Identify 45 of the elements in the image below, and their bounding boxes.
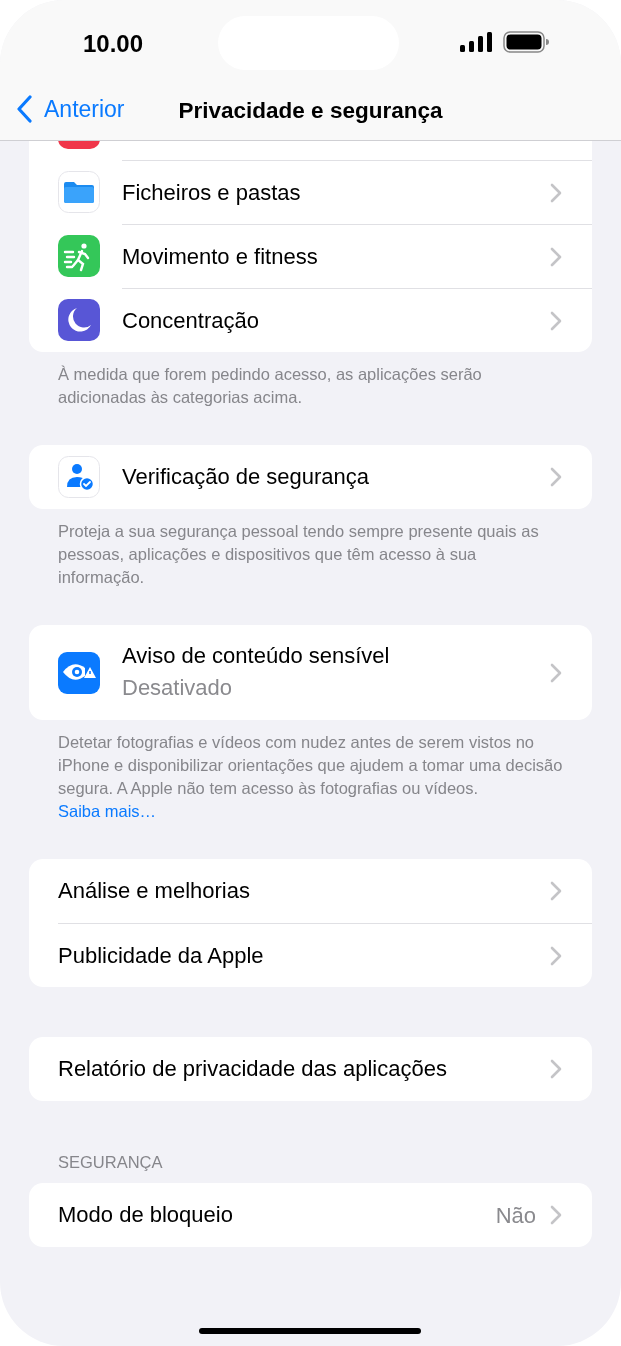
row-label: Relatório de privacidade das aplicações — [58, 1055, 448, 1083]
chevron-icon — [550, 662, 562, 683]
settings-row[interactable]: Verificação de segurança — [29, 445, 592, 509]
back-chevron-icon — [16, 95, 34, 124]
runner-icon — [58, 235, 100, 277]
battery-icon — [503, 31, 549, 53]
settings-row[interactable]: Movimento e fitness — [29, 224, 592, 288]
back-button[interactable]: Anterior — [16, 92, 125, 127]
row-label: Análise e melhorias — [58, 877, 251, 905]
section-footer: À medida que forem pedindo acesso, as aplicações serão adicionadas às categorias acima. — [29, 363, 592, 409]
row-value: Não — [495, 1201, 536, 1230]
folder-icon — [58, 171, 100, 213]
settings-row[interactable]: Concentração — [29, 288, 592, 352]
row-label: Concentração — [122, 306, 260, 335]
eye-warning-icon — [58, 651, 100, 694]
chevron-icon — [550, 945, 562, 966]
learn-more-link[interactable]: Saiba mais… — [58, 802, 157, 820]
moon-icon — [58, 299, 100, 341]
settings-row[interactable]: Aviso de conteúdo sensível Desativado — [29, 625, 592, 720]
person-check-icon — [58, 456, 100, 498]
section-header: SEGURANÇA — [57, 1152, 164, 1173]
chevron-icon — [550, 1059, 562, 1079]
chevron-icon — [550, 182, 562, 203]
status-time: 10.00 — [83, 29, 144, 59]
settings-row[interactable]: Modo de bloqueio Não — [29, 1183, 592, 1247]
row-label: Ficheiros e pastas — [122, 178, 302, 207]
section-footer: Detetar fotografias e vídeos com nudez antes de serem vistos no iPhone e disponibilizar orientações que ajudem a tomar uma decisão segura. A Apple não tem acesso às fotografias ou vídeos. Saiba mais… — [29, 731, 592, 823]
row-label: Aviso de conteúdo sensível — [122, 641, 391, 670]
page-title: Privacidade e segurança — [177, 97, 444, 125]
row-label: Modo de bloqueio — [58, 1201, 234, 1229]
row-label: Publicidade da Apple — [58, 941, 265, 970]
chevron-icon — [550, 881, 562, 901]
chevron-icon — [550, 467, 562, 487]
settings-row[interactable]: Publicidade da Apple — [29, 923, 592, 987]
signal-icon — [460, 32, 492, 52]
chevron-icon — [550, 1205, 562, 1225]
chevron-icon — [550, 246, 562, 267]
row-label: Verificação de segurança — [122, 463, 371, 491]
section-footer: Proteja a sua segurança pessoal tendo sempre presente quais as pessoas, aplicações e dispositivos que têm acesso à sua informação. — [29, 520, 592, 589]
settings-row[interactable]: Relatório de privacidade das aplicações — [29, 1037, 592, 1101]
row-label: Movimento e fitness — [122, 242, 319, 271]
row-subtitle: Desativado — [122, 673, 234, 702]
settings-row[interactable]: Análise e melhorias — [29, 859, 592, 923]
chevron-icon — [550, 310, 562, 331]
settings-row[interactable]: Ficheiros e pastas — [29, 160, 592, 224]
